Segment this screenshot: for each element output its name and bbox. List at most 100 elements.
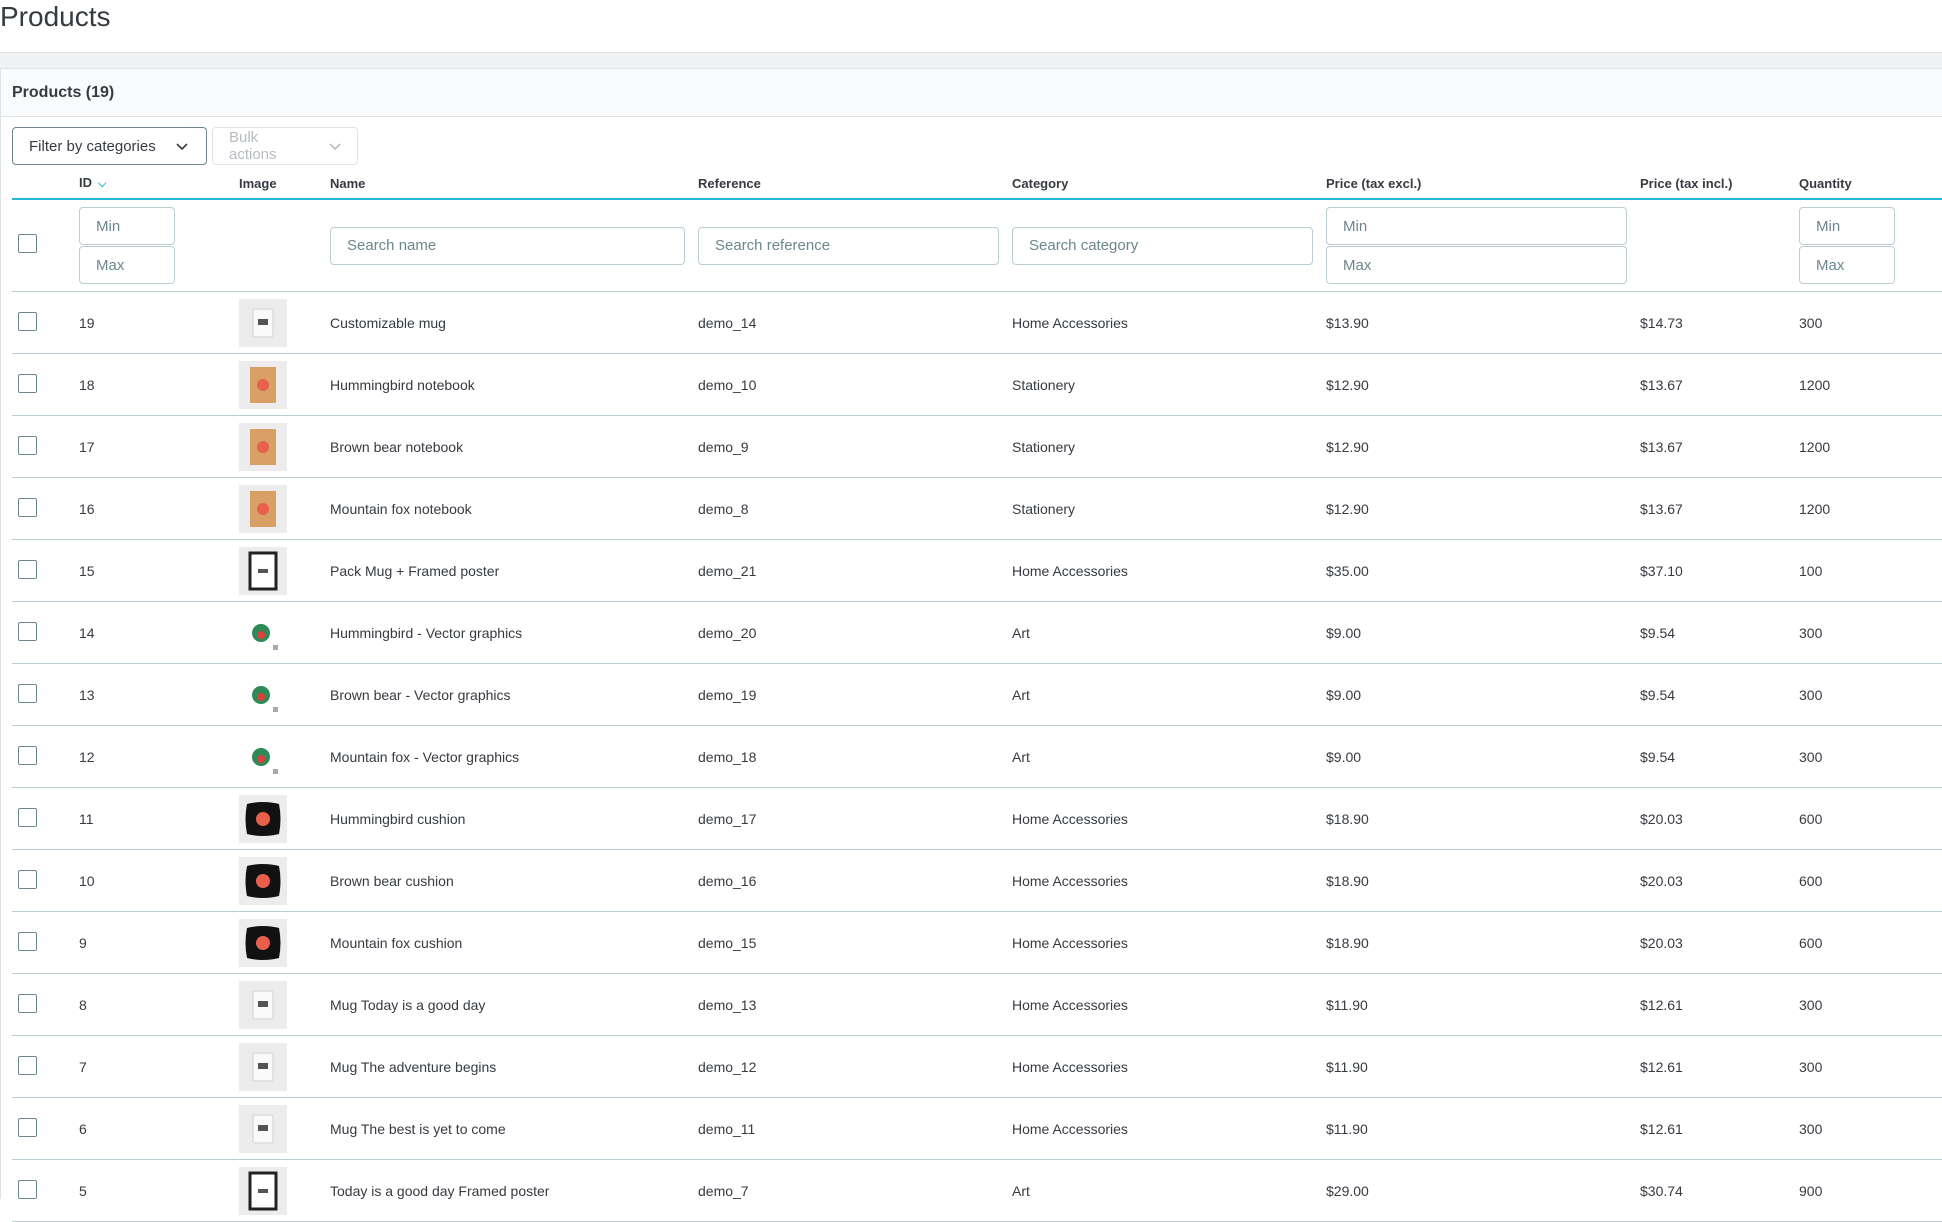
product-thumbnail[interactable] (239, 733, 287, 781)
row-checkbox[interactable] (18, 869, 37, 889)
column-header-category[interactable]: Category (1012, 168, 1326, 200)
column-header-price-incl[interactable]: Price (tax incl.) (1640, 168, 1799, 200)
product-thumbnail[interactable] (239, 298, 287, 347)
row-checkbox[interactable] (18, 993, 37, 1013)
product-price-excl-link[interactable]: $12.90 (1326, 415, 1640, 478)
product-reference-link[interactable]: demo_16 (698, 849, 1012, 912)
product-price-excl-link[interactable]: $18.90 (1326, 849, 1640, 912)
product-quantity-link[interactable]: 300 (1799, 973, 1942, 1036)
row-checkbox[interactable] (18, 311, 37, 331)
product-reference-link[interactable]: demo_21 (698, 539, 1012, 602)
row-checkbox[interactable] (18, 683, 37, 703)
product-name-link[interactable]: Mug The best is yet to come (330, 1097, 698, 1160)
row-checkbox[interactable] (18, 621, 37, 641)
product-reference-link[interactable]: demo_7 (698, 1159, 1012, 1222)
product-quantity-link[interactable]: 600 (1799, 911, 1942, 974)
product-quantity-link[interactable]: 600 (1799, 849, 1942, 912)
product-price-excl-link[interactable]: $18.90 (1326, 911, 1640, 974)
row-checkbox[interactable] (18, 931, 37, 951)
product-name-link[interactable]: Brown bear cushion (330, 849, 698, 912)
product-quantity-link[interactable]: 1200 (1799, 353, 1942, 416)
product-quantity-link[interactable]: 1200 (1799, 415, 1942, 478)
product-thumbnail[interactable] (239, 1042, 287, 1091)
product-price-excl-link[interactable]: $12.90 (1326, 477, 1640, 540)
product-quantity-link[interactable]: 900 (1799, 1159, 1942, 1222)
column-header-quantity[interactable]: Quantity (1799, 168, 1942, 200)
product-price-incl-link[interactable]: $9.54 (1640, 663, 1799, 726)
table-row[interactable]: 15 Pack Mug + Framed poster demo_21 Home Ac… (12, 539, 1942, 602)
product-price-incl-link[interactable]: $13.67 (1640, 477, 1799, 540)
product-quantity-link[interactable]: 600 (1799, 787, 1942, 850)
product-quantity-link[interactable]: 1200 (1799, 477, 1942, 540)
product-thumbnail[interactable] (239, 422, 287, 471)
product-quantity-link[interactable]: 300 (1799, 1097, 1942, 1160)
product-thumbnail[interactable] (239, 856, 287, 905)
product-price-incl-link[interactable]: $20.03 (1640, 849, 1799, 912)
product-name-link[interactable]: Hummingbird - Vector graphics (330, 601, 698, 664)
product-thumbnail[interactable] (239, 546, 287, 595)
product-price-incl-link[interactable]: $9.54 (1640, 601, 1799, 664)
product-price-excl-link[interactable]: $13.90 (1326, 291, 1640, 354)
table-row[interactable]: 19 Customizable mug demo_14 Home Accessorie… (12, 291, 1942, 354)
product-price-excl-link[interactable]: $11.90 (1326, 1035, 1640, 1098)
row-checkbox[interactable] (18, 373, 37, 393)
product-thumbnail[interactable] (239, 484, 287, 533)
product-price-excl-link[interactable]: $18.90 (1326, 787, 1640, 850)
product-price-incl-link[interactable]: $13.67 (1640, 353, 1799, 416)
row-checkbox[interactable] (18, 745, 37, 765)
product-thumbnail[interactable] (239, 980, 287, 1029)
product-name-link[interactable]: Pack Mug + Framed poster (330, 539, 698, 602)
product-reference-link[interactable]: demo_8 (698, 477, 1012, 540)
product-name-link[interactable]: Mountain fox notebook (330, 477, 698, 540)
price-min-input[interactable]: Min (1326, 207, 1627, 245)
search-name-input[interactable]: Search name (330, 226, 685, 265)
product-price-excl-link[interactable]: $9.00 (1326, 601, 1640, 664)
product-thumbnail[interactable] (239, 918, 287, 967)
product-thumbnail[interactable] (239, 360, 287, 409)
product-reference-link[interactable]: demo_9 (698, 415, 1012, 478)
product-name-link[interactable]: Brown bear notebook (330, 415, 698, 478)
product-thumbnail[interactable] (239, 794, 287, 843)
bulk-actions-dropdown[interactable]: Bulk actions (212, 127, 358, 165)
filter-by-categories-dropdown[interactable]: Filter by categories (12, 127, 207, 165)
sort-desc-icon[interactable]: ⌵ (98, 178, 106, 190)
row-checkbox[interactable] (18, 807, 37, 827)
product-thumbnail[interactable] (239, 609, 287, 657)
table-row[interactable]: 6 Mug The best is yet to come demo_11 Home … (12, 1097, 1942, 1160)
table-row[interactable]: 9 Mountain fox cushion demo_15 Home Accesso… (12, 911, 1942, 974)
product-price-excl-link[interactable]: $11.90 (1326, 1097, 1640, 1160)
product-price-incl-link[interactable]: $37.10 (1640, 539, 1799, 602)
search-reference-input[interactable]: Search reference (698, 226, 999, 265)
product-price-incl-link[interactable]: $12.61 (1640, 1035, 1799, 1098)
table-row[interactable]: 17 Brown bear notebook demo_9 Stationery $12… (12, 415, 1942, 478)
id-max-input[interactable]: Max (79, 246, 175, 284)
select-all-checkbox[interactable] (18, 233, 37, 253)
row-checkbox[interactable] (18, 1117, 37, 1137)
product-name-link[interactable]: Mug Today is a good day (330, 973, 698, 1036)
product-thumbnail[interactable] (239, 1166, 287, 1215)
product-reference-link[interactable]: demo_20 (698, 601, 1012, 664)
product-price-incl-link[interactable]: $30.74 (1640, 1159, 1799, 1222)
product-price-incl-link[interactable]: $14.73 (1640, 291, 1799, 354)
search-category-input[interactable]: Search category (1012, 226, 1313, 265)
id-min-input[interactable]: Min (79, 207, 175, 245)
quantity-max-input[interactable]: Max (1799, 246, 1895, 284)
product-name-link[interactable]: Mountain fox - Vector graphics (330, 725, 698, 788)
product-quantity-link[interactable]: 100 (1799, 539, 1942, 602)
price-max-input[interactable]: Max (1326, 246, 1627, 284)
product-price-excl-link[interactable]: $12.90 (1326, 353, 1640, 416)
product-quantity-link[interactable]: 300 (1799, 1035, 1942, 1098)
product-price-excl-link[interactable]: $35.00 (1326, 539, 1640, 602)
product-name-link[interactable]: Brown bear - Vector graphics (330, 663, 698, 726)
row-checkbox[interactable] (18, 559, 37, 579)
table-row[interactable]: 16 Mountain fox notebook demo_8 Stationery $… (12, 477, 1942, 540)
product-reference-link[interactable]: demo_10 (698, 353, 1012, 416)
product-name-link[interactable]: Mountain fox cushion (330, 911, 698, 974)
product-reference-link[interactable]: demo_17 (698, 787, 1012, 850)
column-header-id[interactable]: ID ⌵ (79, 168, 239, 200)
product-thumbnail[interactable] (239, 671, 287, 719)
product-price-excl-link[interactable]: $9.00 (1326, 725, 1640, 788)
product-reference-link[interactable]: demo_19 (698, 663, 1012, 726)
product-price-excl-link[interactable]: $11.90 (1326, 973, 1640, 1036)
product-quantity-link[interactable]: 300 (1799, 725, 1942, 788)
